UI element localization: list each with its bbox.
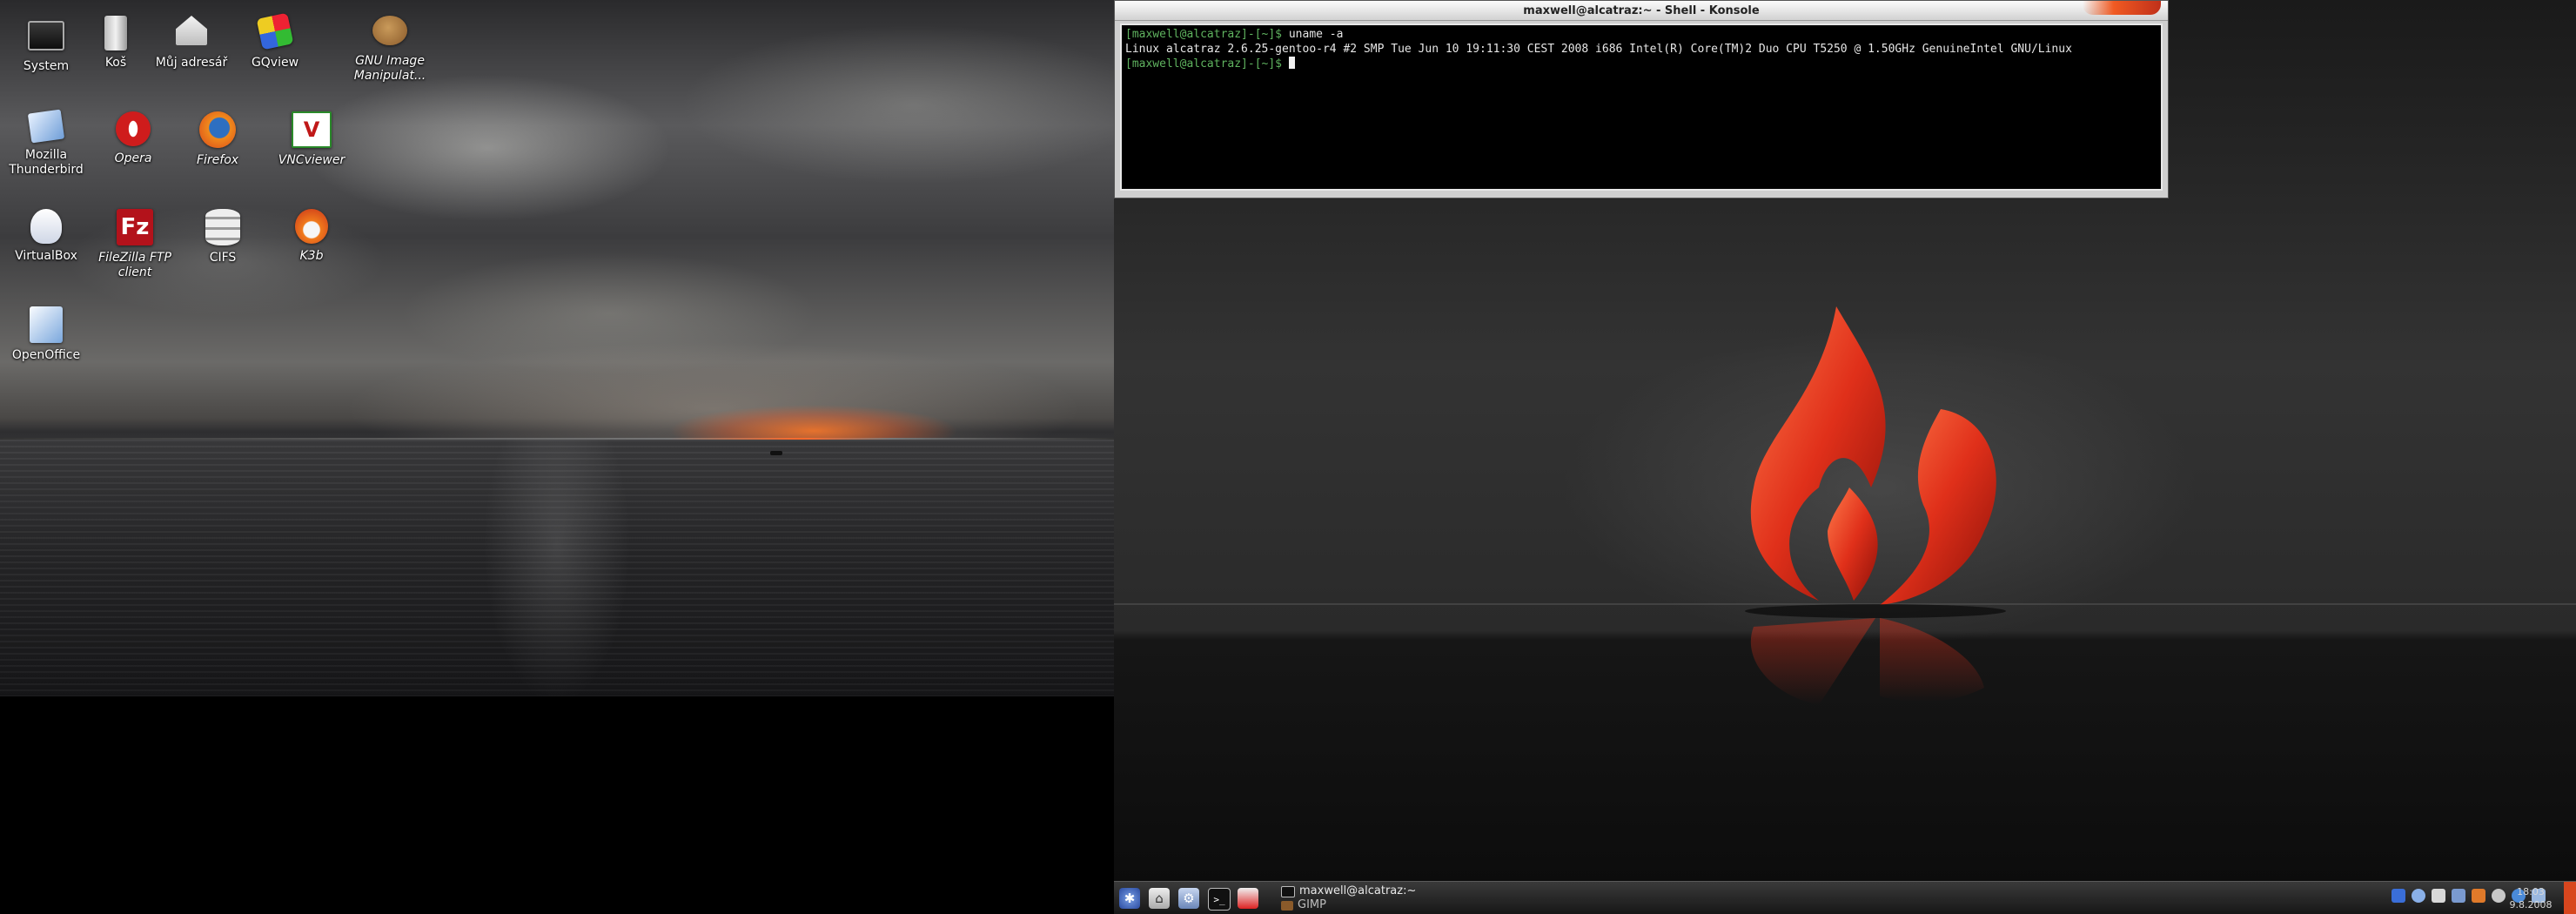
desktop-icon-vncviewer[interactable]: V VNCviewer bbox=[268, 111, 355, 168]
monitor-icon bbox=[28, 21, 64, 50]
task-list: maxwell@alcatraz:~ GIMP bbox=[1281, 884, 1455, 914]
desktop-icon-label: Mozilla Thunderbird bbox=[9, 148, 84, 177]
network-icon[interactable] bbox=[2412, 889, 2425, 903]
terminal-cursor bbox=[1288, 57, 1295, 69]
task-label: maxwell@alcatraz:~ bbox=[1299, 884, 1417, 897]
konsole-window[interactable]: maxwell@alcatraz:~ - Shell - Konsole [ma… bbox=[1114, 0, 2169, 198]
pdf-icon[interactable] bbox=[1238, 888, 1258, 909]
desktop-icon-firefox[interactable]: Firefox bbox=[174, 111, 261, 168]
thunderbird-icon bbox=[27, 109, 65, 144]
desktop-icon-filezilla[interactable]: Fz FileZilla FTP client bbox=[91, 209, 178, 280]
k3b-icon bbox=[295, 209, 328, 244]
openoffice-icon bbox=[30, 306, 63, 343]
konsole-task-icon bbox=[1281, 885, 1295, 897]
boat bbox=[770, 451, 782, 455]
task-label: GIMP bbox=[1298, 898, 1326, 911]
desktop-icon-label: K3b bbox=[299, 249, 324, 263]
desktop-icon-label: CIFS bbox=[209, 251, 237, 265]
home-icon[interactable]: ⌂ bbox=[1149, 888, 1170, 909]
desktop-icon-home[interactable]: Můj adresář bbox=[148, 16, 235, 71]
desktop-icon-label: Firefox bbox=[196, 153, 239, 167]
trash-icon bbox=[104, 16, 127, 50]
desktop-icon-trash[interactable]: Koš bbox=[72, 16, 159, 71]
desktop-left-wallpaper: System Koš Můj adresář GQview GNU Image … bbox=[0, 0, 1114, 696]
kde-menu-icon[interactable]: ✱ bbox=[1119, 888, 1140, 909]
desktop-icon-gqview[interactable]: GQview bbox=[231, 12, 319, 71]
desktop-icon-thunderbird[interactable]: Mozilla Thunderbird bbox=[3, 109, 90, 178]
firefox-icon bbox=[199, 111, 236, 148]
settings-icon[interactable]: ⚙ bbox=[1178, 888, 1199, 909]
opera-icon bbox=[116, 111, 151, 146]
terminal-area[interactable]: [maxwell@alcatraz]-[~]$ uname -a Linux a… bbox=[1120, 24, 2163, 191]
terminal-command: uname -a bbox=[1288, 28, 1344, 41]
desktop-icon-label: VNCviewer bbox=[278, 153, 345, 167]
konsole-titlebar[interactable]: maxwell@alcatraz:~ - Shell - Konsole bbox=[1115, 1, 2168, 21]
desktop-icon-k3b[interactable]: K3b bbox=[268, 209, 355, 264]
gimp-task-icon bbox=[1281, 900, 1293, 911]
desktop-icon-label: FileZilla FTP client bbox=[98, 251, 171, 279]
gimp-icon bbox=[372, 16, 407, 45]
virtualbox-icon bbox=[30, 209, 62, 244]
terminal-prompt: [maxwell@alcatraz]-[~]$ bbox=[1125, 28, 1289, 41]
drive-icon bbox=[205, 209, 240, 245]
display-icon[interactable] bbox=[2452, 889, 2465, 903]
desktop-icon-label: GNU Image Manipulat... bbox=[353, 54, 426, 83]
desktop-icon-label: GQview bbox=[251, 56, 299, 70]
clock[interactable]: 18:03 9.8.2008 bbox=[2503, 885, 2559, 911]
desktop-icon-openoffice[interactable]: OpenOffice bbox=[3, 306, 90, 363]
flame-logo bbox=[1745, 306, 2006, 705]
sea bbox=[0, 440, 1114, 696]
desktop-icon-gimp[interactable]: GNU Image Manipulat... bbox=[342, 16, 438, 84]
vnc-icon: V bbox=[292, 111, 332, 148]
bluetooth-icon[interactable] bbox=[2392, 889, 2405, 903]
desktop-icon-label: VirtualBox bbox=[15, 249, 77, 263]
desktop-icon-opera[interactable]: Opera bbox=[90, 111, 177, 166]
filezilla-icon: Fz bbox=[117, 209, 153, 245]
taskbar: ✱ ⌂ ⚙ >_ maxwell@alcatraz:~ GIMP 18:03 9… bbox=[1114, 881, 2576, 914]
home-icon bbox=[176, 16, 207, 45]
gqview-icon bbox=[256, 12, 294, 50]
updates-icon[interactable] bbox=[2472, 889, 2485, 903]
desktop-icon-label: Opera bbox=[114, 151, 152, 165]
desktop-icon-virtualbox[interactable]: VirtualBox bbox=[3, 209, 90, 264]
desktop-icon-cifs[interactable]: CIFS bbox=[179, 209, 266, 265]
desktop-right-wallpaper: maxwell@alcatraz:~ - Shell - Konsole [ma… bbox=[1114, 0, 2576, 914]
desktop-icon-label: Koš bbox=[104, 56, 127, 70]
clipboard-icon[interactable] bbox=[2432, 889, 2445, 903]
desktop-icon-label: OpenOffice bbox=[11, 348, 81, 362]
desktop-icon-label: Můj adresář bbox=[155, 56, 228, 70]
clock-time: 18:03 bbox=[2517, 886, 2545, 897]
task-button-gimp[interactable]: GIMP bbox=[1281, 898, 1455, 912]
logout-button[interactable] bbox=[2564, 882, 2576, 914]
task-button-konsole[interactable]: maxwell@alcatraz:~ bbox=[1281, 884, 1455, 898]
terminal-output: Linux alcatraz 2.6.25-gentoo-r4 #2 SMP T… bbox=[1125, 43, 2072, 56]
konsole-title: maxwell@alcatraz:~ - Shell - Konsole bbox=[1523, 4, 1760, 17]
window-decoration bbox=[2083, 1, 2161, 15]
terminal-prompt: [maxwell@alcatraz]-[~]$ bbox=[1125, 57, 1289, 71]
clock-date: 9.8.2008 bbox=[2509, 899, 2553, 911]
terminal-icon[interactable]: >_ bbox=[1208, 888, 1231, 911]
